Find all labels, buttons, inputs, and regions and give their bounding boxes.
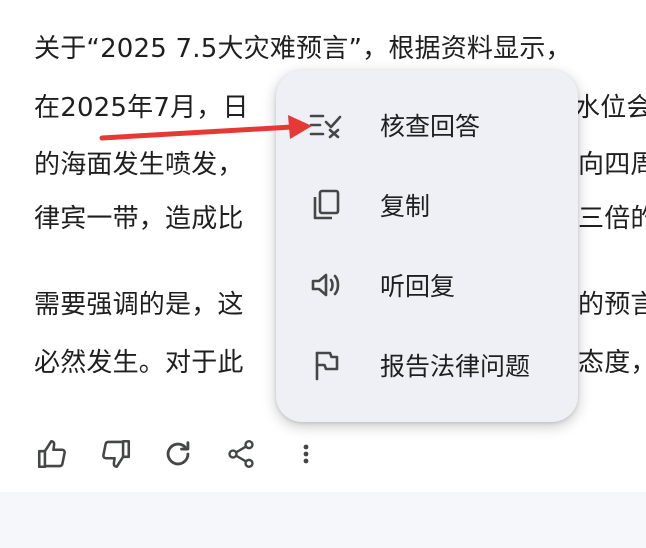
response-line: 的海面发生喷发， <box>34 150 244 180</box>
thumbs-down-button[interactable] <box>96 434 136 474</box>
menu-item-label: 听回复 <box>380 272 456 301</box>
copy-icon <box>308 187 344 223</box>
response-line-right: 态度， <box>578 348 646 378</box>
response-line-right: 三倍的 <box>578 204 646 234</box>
share-button[interactable] <box>221 434 261 474</box>
thumbs-up-icon <box>37 439 66 469</box>
response-line: 需要强调的是，这 <box>34 290 244 320</box>
response-line-right: 向四周 <box>578 150 646 180</box>
menu-item-double-check[interactable]: 核查回答 <box>276 88 578 162</box>
menu-item-listen[interactable]: 听回复 <box>276 248 578 322</box>
response-line: 律宾一带，造成比 <box>34 204 244 234</box>
response-line: 关于“2025 7.5大灾难预言”，根据资料显示， <box>34 34 572 64</box>
response-line-right: 水位会 <box>574 93 646 123</box>
menu-item-label: 复制 <box>380 192 431 221</box>
speaker-icon <box>308 267 344 303</box>
response-line: 在2025年7月，日 <box>34 93 249 123</box>
response-line: 必然发生。对于此 <box>34 348 244 378</box>
thumbs-down-icon <box>102 439 131 469</box>
menu-item-report-legal[interactable]: 报告法律问题 <box>276 328 578 402</box>
context-menu: 核查回答 复制 听回复 报告法律问题 <box>276 70 578 422</box>
response-line-right: 的预言 <box>578 290 646 320</box>
regenerate-button[interactable] <box>158 434 198 474</box>
share-icon <box>228 440 254 468</box>
regenerate-icon <box>166 441 190 466</box>
input-area-background <box>0 492 646 548</box>
flag-icon <box>308 347 344 383</box>
more-options-button[interactable] <box>286 434 326 474</box>
menu-item-label: 报告法律问题 <box>380 352 531 381</box>
thumbs-up-button[interactable] <box>32 434 72 474</box>
double-check-icon <box>308 107 344 143</box>
response-action-bar <box>0 434 646 474</box>
menu-item-copy[interactable]: 复制 <box>276 168 578 242</box>
more-vert-icon <box>303 444 309 464</box>
menu-item-label: 核查回答 <box>380 112 481 141</box>
